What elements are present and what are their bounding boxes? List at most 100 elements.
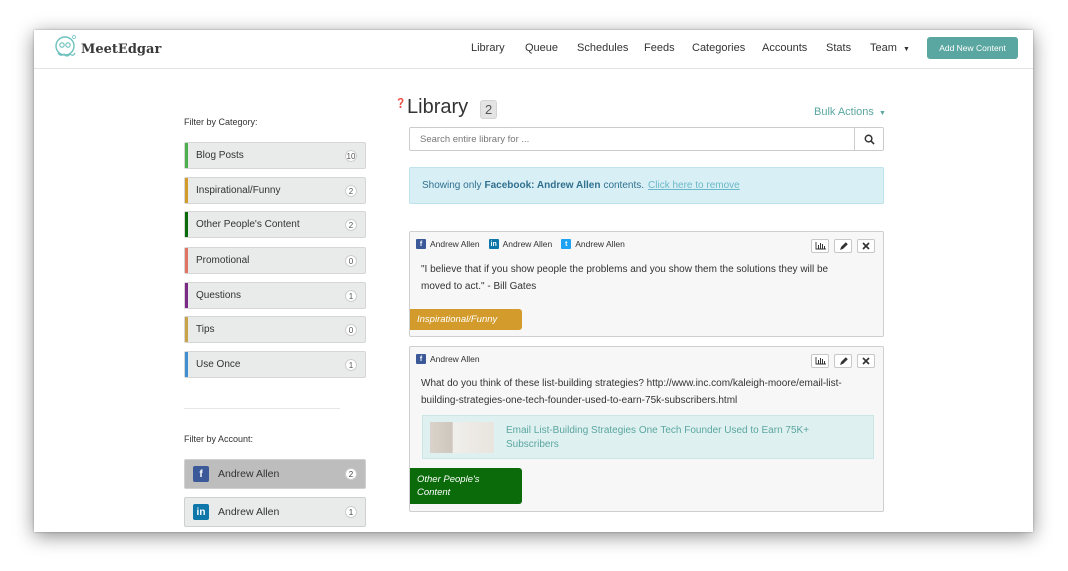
account-item-facebook[interactable]: f Andrew Allen 2 [184,459,366,489]
nav-team[interactable]: Team ▼ [870,42,910,54]
category-item-blog-posts[interactable]: Blog Posts 10 [184,142,366,169]
caret-down-icon: ▼ [878,110,886,117]
logo[interactable]: MeetEdgar [52,34,162,65]
library-search [409,127,884,151]
content-text-line: What do you think of these list-building… [421,378,842,389]
filter-notice: Showing only Facebook: Andrew Allen cont… [409,167,884,204]
delete-button[interactable] [857,354,875,368]
nav-feeds[interactable]: Feeds [644,42,675,54]
account-chip-label: Andrew Allen [430,354,480,364]
notice-filter: Facebook: Andrew Allen [484,180,601,191]
category-label: Other People's Content [196,219,300,230]
logo-text: MeetEdgar [81,41,162,57]
category-item-questions[interactable]: Questions 1 [184,282,366,309]
category-count: 2 [345,219,357,231]
account-chip: in Andrew Allen [488,239,552,249]
sidebar-divider [184,408,340,409]
category-label: Blog Posts [196,150,244,161]
caret-down-icon: ▼ [902,46,910,53]
nav-queue[interactable]: Queue [525,42,558,54]
category-item-tips[interactable]: Tips 0 [184,316,366,343]
category-color-bar [185,248,188,273]
nav-library[interactable]: Library [471,42,505,54]
category-item-inspirational-funny[interactable]: Inspirational/Funny 2 [184,177,366,204]
octopus-logo-icon [52,34,78,65]
add-new-content-button[interactable]: Add New Content [927,37,1018,59]
bulk-actions-dropdown[interactable]: Bulk Actions ▼ [814,106,886,118]
delete-button[interactable] [857,239,875,253]
account-count: 1 [345,506,357,518]
content-text: "I believe that if you show people the p… [421,261,828,295]
linkedin-icon: in [193,504,209,520]
link-thumbnail [430,422,494,453]
content-item: f Andrew Allen in Andrew Allen t Andrew … [409,231,884,337]
category-item-promotional[interactable]: Promotional 0 [184,247,366,274]
content-accounts: f Andrew Allen [416,354,489,364]
help-icon[interactable]: ❓ [395,98,406,109]
category-tag: Other People's Content [410,468,522,504]
nav-accounts[interactable]: Accounts [762,42,807,54]
account-count: 2 [345,468,357,480]
edit-button[interactable] [834,354,852,368]
top-navbar: MeetEdgar Library Queue Schedules Feeds … [34,30,1033,69]
account-filter-heading: Filter by Account: [184,434,254,444]
edit-icon [839,356,848,365]
remove-filter-link[interactable]: Click here to remove [648,180,740,191]
facebook-icon: f [416,239,426,249]
category-count: 1 [345,359,357,371]
library-count-badge: 2 [480,100,498,119]
category-item-use-once[interactable]: Use Once 1 [184,351,366,378]
edit-button[interactable] [834,239,852,253]
facebook-icon: f [193,466,209,482]
account-item-linkedin[interactable]: in Andrew Allen 1 [184,497,366,527]
category-color-bar [185,317,188,342]
content-tools [806,354,875,368]
category-color-bar [185,143,188,168]
delete-icon [862,242,870,250]
category-tag: Inspirational/Funny [410,309,522,330]
category-filter-heading: Filter by Category: [184,117,258,127]
notice-prefix: Showing only [422,180,482,191]
category-color-bar [185,283,188,308]
category-label: Tips [196,324,215,335]
account-chip: f Andrew Allen [416,239,480,249]
content-accounts: f Andrew Allen in Andrew Allen t Andrew … [416,239,634,249]
content-text-line: "I believe that if you show people the p… [421,264,829,275]
category-color-bar [185,212,188,237]
nav-team-label: Team [870,42,897,54]
account-chip: t Andrew Allen [561,239,625,249]
page-title: Library [407,96,469,118]
category-label: Promotional [196,255,250,266]
stats-button[interactable] [811,354,829,368]
account-label: Andrew Allen [218,468,280,480]
category-color-bar [185,352,188,377]
edit-icon [839,241,848,250]
nav-categories[interactable]: Categories [692,42,745,54]
search-icon [864,134,875,145]
category-label: Use Once [196,359,241,370]
account-chip: f Andrew Allen [416,354,480,364]
category-label: Questions [196,290,242,301]
category-count: 1 [345,290,357,302]
account-label: Andrew Allen [218,506,280,518]
nav-schedules[interactable]: Schedules [577,42,628,54]
content-text: What do you think of these list-building… [421,375,842,409]
search-button[interactable] [854,128,883,150]
stats-button[interactable] [811,239,829,253]
category-count: 0 [345,255,357,267]
category-label: Inspirational/Funny [196,185,281,196]
category-item-other-peoples-content[interactable]: Other People's Content 2 [184,211,366,238]
delete-icon [862,357,870,365]
search-input[interactable] [410,128,854,150]
nav-stats[interactable]: Stats [826,42,851,54]
category-count: 10 [345,150,357,162]
category-count: 0 [345,324,357,336]
facebook-icon: f [416,354,426,364]
link-preview[interactable]: Email List-Building Strategies One Tech … [422,415,874,459]
notice-suffix: contents. [603,180,645,191]
category-tag-line: Other People's [417,474,480,485]
link-preview-title[interactable]: Email List-Building Strategies One Tech … [506,424,836,452]
category-tag-line: Content [417,487,451,498]
bulk-actions-label: Bulk Actions [814,106,874,118]
content-tools [806,239,875,253]
